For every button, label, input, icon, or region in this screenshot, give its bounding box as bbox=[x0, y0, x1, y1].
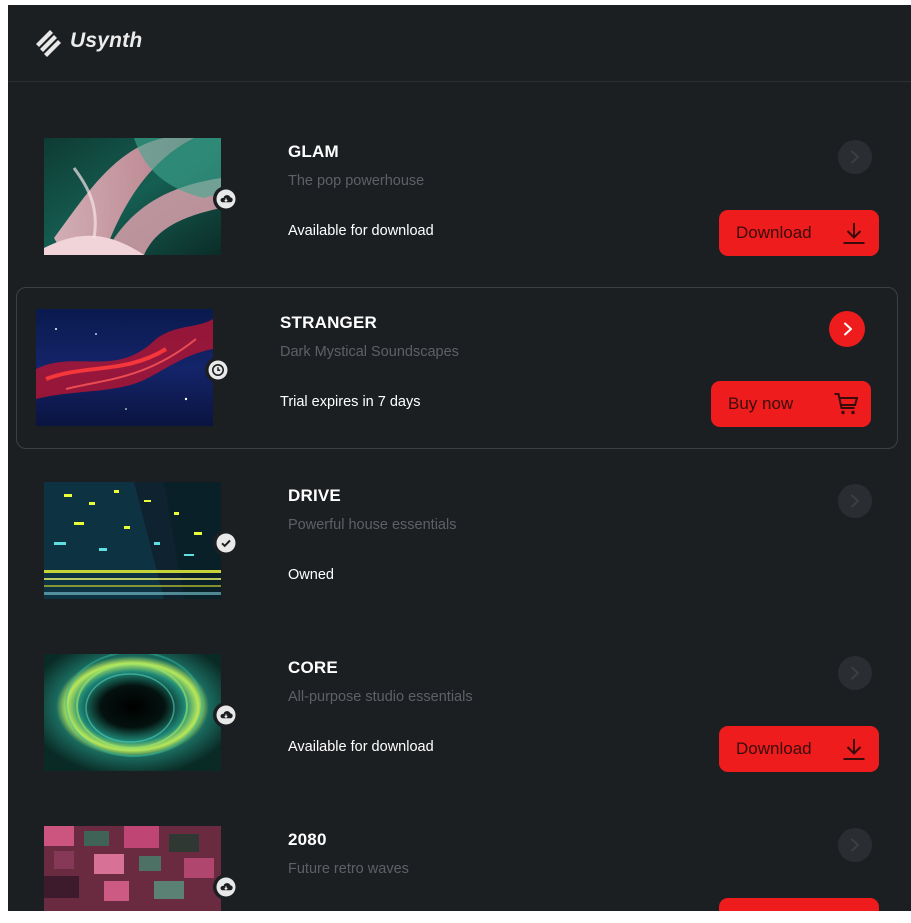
product-artwork bbox=[44, 826, 221, 911]
details-chevron-button[interactable] bbox=[838, 484, 872, 518]
product-card-2080[interactable]: 2080 Future retro waves bbox=[16, 776, 898, 911]
product-subtitle: Future retro waves bbox=[288, 861, 409, 877]
download-icon bbox=[841, 220, 867, 246]
product-card-glam[interactable]: GLAM The pop powerhouse Available for do… bbox=[16, 88, 898, 256]
brand-name: Usynth bbox=[70, 29, 143, 52]
product-artwork bbox=[44, 482, 221, 599]
product-status: Available for download bbox=[288, 739, 434, 755]
chevron-right-icon bbox=[849, 838, 861, 852]
product-card-core[interactable]: CORE All-purpose studio essentials Avail… bbox=[16, 604, 898, 772]
download-icon bbox=[841, 736, 867, 762]
clock-icon bbox=[205, 357, 231, 383]
download-button-label: Download bbox=[736, 223, 812, 242]
cloud-download-icon bbox=[213, 874, 239, 900]
cloud-download-icon bbox=[213, 702, 239, 728]
product-status: Trial expires in 7 days bbox=[280, 394, 421, 410]
product-status: Owned bbox=[288, 567, 334, 583]
product-artwork bbox=[44, 654, 221, 771]
product-subtitle: All-purpose studio essentials bbox=[288, 689, 473, 705]
product-subtitle: Dark Mystical Soundscapes bbox=[280, 344, 459, 360]
download-button[interactable] bbox=[719, 898, 879, 911]
app-window: Usynth GLAM The pop powerhouse Available… bbox=[8, 5, 911, 911]
product-artwork bbox=[36, 309, 213, 426]
product-subtitle: Powerful house essentials bbox=[288, 517, 457, 533]
cart-icon bbox=[833, 391, 859, 417]
product-subtitle: The pop powerhouse bbox=[288, 173, 425, 189]
check-icon bbox=[213, 530, 239, 556]
cloud-download-icon bbox=[213, 186, 239, 212]
download-button-label: Download bbox=[736, 739, 812, 758]
chevron-right-icon bbox=[849, 150, 861, 164]
buy-now-button-label: Buy now bbox=[728, 394, 794, 413]
product-title: STRANGER bbox=[280, 313, 377, 332]
download-button[interactable]: Download bbox=[719, 726, 879, 772]
product-card-drive[interactable]: DRIVE Powerful house essentials Owned bbox=[16, 432, 898, 599]
details-chevron-button[interactable] bbox=[838, 656, 872, 690]
chevron-right-icon bbox=[849, 494, 861, 508]
usynth-logo-icon bbox=[36, 30, 61, 57]
product-title: DRIVE bbox=[288, 486, 341, 505]
details-chevron-button[interactable] bbox=[838, 828, 872, 862]
product-artwork bbox=[44, 138, 221, 255]
product-title: CORE bbox=[288, 658, 338, 677]
header: Usynth bbox=[8, 5, 911, 82]
chevron-right-icon bbox=[842, 322, 854, 336]
details-chevron-button[interactable] bbox=[829, 311, 865, 347]
product-title: GLAM bbox=[288, 142, 339, 161]
download-button[interactable]: Download bbox=[719, 210, 879, 256]
product-title: 2080 bbox=[288, 830, 327, 849]
buy-now-button[interactable]: Buy now bbox=[711, 381, 871, 427]
chevron-right-icon bbox=[849, 666, 861, 680]
details-chevron-button[interactable] bbox=[838, 140, 872, 174]
product-status: Available for download bbox=[288, 223, 434, 239]
product-card-stranger[interactable]: STRANGER Dark Mystical Soundscapes Trial… bbox=[16, 287, 898, 449]
